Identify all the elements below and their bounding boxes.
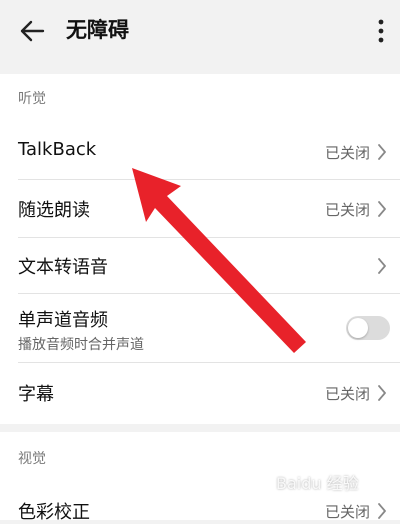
row-subtitle: 播放音频时合并声道 xyxy=(18,337,144,353)
chevron-right-icon xyxy=(374,201,390,217)
row-title: 随选朗读 xyxy=(18,200,90,221)
status-text: 已关闭 xyxy=(324,385,370,403)
mono-audio-toggle[interactable] xyxy=(346,316,390,340)
row-title: 色彩校正 xyxy=(18,502,90,523)
back-arrow-icon xyxy=(20,20,45,42)
row-mono-audio[interactable]: 单声道音频 播放音频时合并声道 xyxy=(0,294,400,362)
section-header-vision: 视觉 xyxy=(18,451,46,467)
row-text-to-speech[interactable]: 文本转语音 xyxy=(0,238,400,294)
section-header-hearing: 听觉 xyxy=(18,91,46,107)
app-header: 无障碍 xyxy=(0,0,400,62)
page-title: 无障碍 xyxy=(66,18,129,42)
row-title: 字幕 xyxy=(18,384,54,405)
row-talkback[interactable]: TalkBack 已关闭 xyxy=(0,124,400,180)
toggle-knob xyxy=(348,318,368,338)
chevron-right-icon xyxy=(374,385,390,401)
status-text: 已关闭 xyxy=(324,503,370,521)
row-title: 文本转语音 xyxy=(18,257,108,278)
more-vertical-icon xyxy=(378,19,384,43)
watermark: Baidu 经验 xyxy=(276,474,359,493)
hearing-section: 听觉 TalkBack 已关闭 随选朗读 已关闭 文本转语音 单声道音频 播放音… xyxy=(0,74,400,424)
back-button[interactable] xyxy=(12,14,52,48)
row-title: 单声道音频 xyxy=(18,310,108,331)
chevron-right-icon xyxy=(374,258,390,274)
row-captions[interactable]: 字幕 已关闭 xyxy=(0,363,400,423)
chevron-right-icon xyxy=(374,503,390,519)
row-select-to-speak[interactable]: 随选朗读 已关闭 xyxy=(0,180,400,238)
chevron-right-icon xyxy=(374,144,390,160)
status-text: 已关闭 xyxy=(324,144,370,162)
row-title: TalkBack xyxy=(18,139,97,160)
status-text: 已关闭 xyxy=(324,201,370,219)
more-options-button[interactable] xyxy=(366,14,396,48)
